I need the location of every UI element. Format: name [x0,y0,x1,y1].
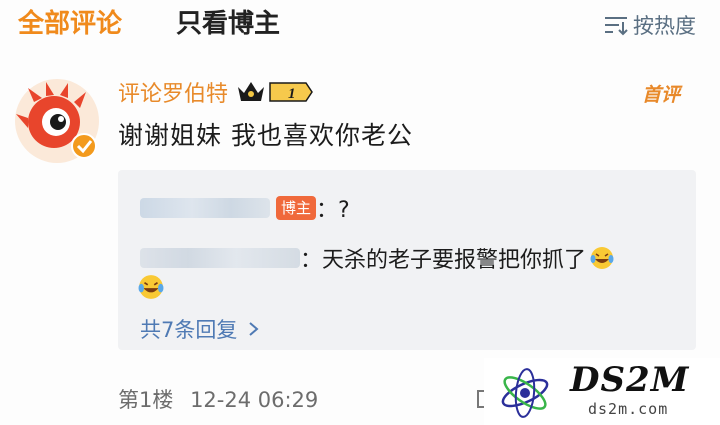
comment-author-row: 评论罗伯特 1 [118,72,314,112]
floor-number: 第1楼 [118,388,174,412]
tab-host-only[interactable]: 只看博主 [176,4,280,44]
laughing-crying-emoji-icon [590,247,614,269]
reply-text: ：? [316,198,350,223]
reply-preview-box[interactable]: 博主 ：? ：天杀的老子要报警把你抓了 共7条回复 [118,170,696,350]
comment-username[interactable]: 评论罗伯特 [118,76,228,108]
chevron-right-icon [249,322,259,336]
site-watermark: DS2M ds2m.com [484,358,720,425]
laughing-crying-emoji-icon [138,275,164,299]
sort-icon [605,17,628,36]
user-avatar[interactable] [14,78,100,164]
view-more-replies-link[interactable]: 共7条回复 [140,314,261,344]
watermark-logo-text: DS2M [570,360,690,400]
host-badge: 博主 [276,196,317,220]
reply-item: 博主 ：? [140,192,350,224]
blurred-username [140,198,270,218]
comment-timestamp: 12-24 06:29 [190,388,319,412]
level-badge: 1 [269,82,313,102]
first-comment-tag: 首评 [641,84,680,106]
level-number: 1 [288,86,296,102]
reply-item: ：天杀的老子要报警把你抓了 [140,240,614,276]
sort-label: 按热度 [633,14,696,38]
reply-text: ：天杀的老子要报警把你抓了 [300,248,587,273]
tab-all-comments[interactable]: 全部评论 [18,4,122,44]
comment-meta: 第1楼 12-24 06:29 [118,384,328,414]
more-replies-label: 共7条回复 [140,318,238,342]
watermark-url: ds2m.com [588,400,669,418]
atom-logo-icon [501,368,549,418]
sort-button[interactable]: 按热度 [603,10,696,40]
blurred-username [140,248,300,268]
comment-text: 谢谢姐妹 我也喜欢你老公 [118,121,413,150]
crown-icon [238,82,265,101]
comment-tabs: 全部评论 只看博主 按热度 [0,0,720,52]
